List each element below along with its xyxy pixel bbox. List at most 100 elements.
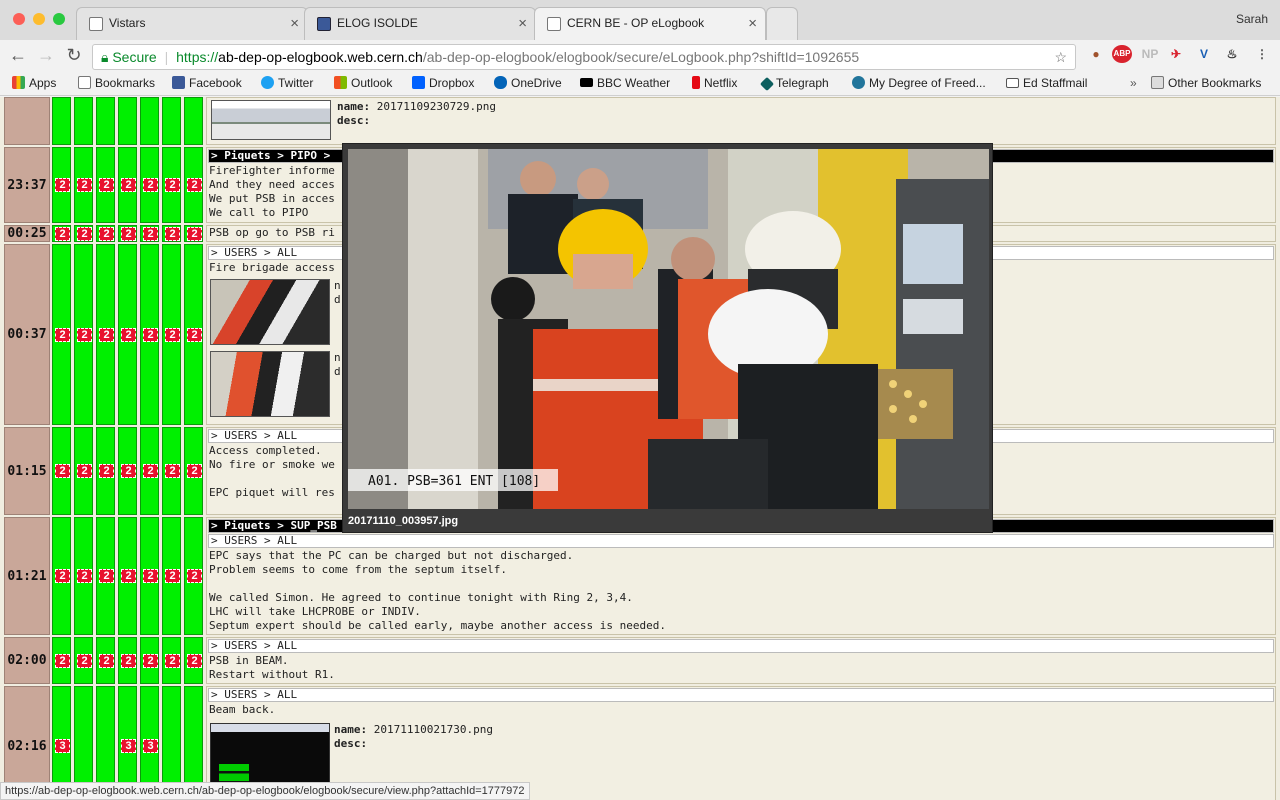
status-badge[interactable]: 2 (99, 569, 114, 583)
address-bar[interactable]: 🔒︎ Secure | https://ab-dep-op-elogbook.w… (92, 44, 1076, 70)
bookmark-my-degree[interactable]: My Degree of Freed... (852, 76, 986, 90)
log-entry: name: 20171109230729.png desc: (206, 97, 1276, 145)
status-badge[interactable]: 2 (165, 178, 180, 192)
bookmark-outlook[interactable]: Outlook (334, 76, 392, 90)
status-badge[interactable]: 2 (121, 654, 136, 668)
new-tab-button[interactable] (766, 7, 798, 40)
status-badge[interactable]: 2 (99, 654, 114, 668)
status-badge[interactable]: 2 (121, 569, 136, 583)
wordpress-icon (852, 76, 865, 89)
status-badge[interactable]: 2 (77, 464, 92, 478)
bookmark-telegraph[interactable]: Telegraph (759, 76, 829, 92)
back-arrow-icon[interactable]: ← (7, 45, 29, 66)
status-badge[interactable]: 2 (187, 569, 202, 583)
status-badge[interactable]: 2 (55, 328, 70, 342)
bookmarks-overflow-button[interactable]: » (1130, 76, 1137, 90)
bookmark-facebook[interactable]: Facebook (172, 76, 242, 90)
flame-extension-icon[interactable]: ♨ (1222, 47, 1242, 61)
extension-circle-icon[interactable]: ● (1086, 47, 1106, 61)
status-cell: 2 (184, 147, 203, 223)
status-badge[interactable]: 2 (143, 464, 158, 478)
close-window-icon[interactable] (13, 13, 25, 25)
v-extension-icon[interactable]: V (1194, 47, 1214, 61)
maximize-window-icon[interactable] (53, 13, 65, 25)
bookmark-other[interactable]: Other Bookmarks (1151, 76, 1261, 90)
bookmark-apps[interactable]: Apps (12, 76, 56, 90)
status-badge[interactable]: 2 (121, 178, 136, 192)
status-badge[interactable]: 2 (143, 654, 158, 668)
status-badge[interactable]: 2 (77, 178, 92, 192)
tab-cern-op-elogbook[interactable]: CERN BE - OP eLogbook × (534, 7, 766, 40)
photo-thumbnail[interactable] (210, 279, 330, 345)
bookmark-onedrive[interactable]: OneDrive (494, 76, 562, 90)
entry-line: We called Simon. He agreed to continue t… (209, 591, 633, 604)
status-badge[interactable]: 2 (165, 654, 180, 668)
status-badge[interactable]: 2 (143, 328, 158, 342)
status-cell: 2 (74, 225, 93, 242)
twitter-bird-icon (261, 76, 274, 89)
profile-name[interactable]: Sarah (1236, 12, 1268, 26)
close-tab-icon[interactable]: × (290, 8, 299, 39)
menu-icon[interactable]: ⋮ (1252, 47, 1272, 61)
status-badge[interactable]: 2 (77, 328, 92, 342)
status-cell: 2 (118, 517, 137, 635)
status-badge[interactable]: 2 (99, 328, 114, 342)
plane-extension-icon[interactable]: ✈ (1166, 47, 1186, 61)
status-badge[interactable]: 2 (121, 227, 136, 241)
bookmark-bbc-weather[interactable]: BBC Weather (580, 76, 670, 90)
status-badge[interactable]: 2 (165, 569, 180, 583)
attachment-meta: nd (334, 351, 341, 379)
bookmark-dropbox[interactable]: Dropbox (412, 76, 474, 90)
status-badge[interactable]: 2 (143, 569, 158, 583)
status-badge[interactable]: 2 (143, 227, 158, 241)
status-badge[interactable]: 3 (143, 739, 158, 753)
toolbar: ← → ↻ 🔒︎ Secure | https://ab-dep-op-elog… (0, 40, 1280, 72)
tab-elog-isolde[interactable]: ELOG ISOLDE × (304, 7, 536, 40)
forward-arrow-icon[interactable]: → (35, 45, 57, 66)
status-badge[interactable]: 2 (165, 464, 180, 478)
attachment-name: 20171110021730.png (373, 723, 493, 736)
image-preview-popup[interactable]: A01. PSB=361 ENT [108] 20171110_003957.j… (342, 143, 993, 533)
status-badge[interactable]: 2 (55, 178, 70, 192)
facebook-icon (172, 76, 185, 89)
status-badge[interactable]: 2 (77, 227, 92, 241)
status-badge[interactable]: 2 (99, 464, 114, 478)
status-badge[interactable]: 2 (99, 227, 114, 241)
np-extension-icon[interactable]: NP (1140, 47, 1160, 61)
status-badge[interactable]: 2 (55, 654, 70, 668)
bookmark-netflix[interactable]: Netflix (692, 76, 737, 90)
status-badge[interactable]: 2 (187, 464, 202, 478)
bookmark-bookmarks[interactable]: Bookmarks (78, 76, 155, 90)
close-tab-icon[interactable]: × (748, 8, 757, 39)
status-badge[interactable]: 2 (187, 654, 202, 668)
tab-vistars[interactable]: Vistars × (76, 7, 308, 40)
envelope-icon (1006, 78, 1019, 88)
bookmark-ed-staffmail[interactable]: Ed Staffmail (1006, 76, 1087, 90)
reload-icon[interactable]: ↻ (63, 45, 85, 66)
status-badge[interactable]: 2 (187, 328, 202, 342)
screenshot-thumbnail[interactable] (211, 100, 331, 140)
status-badge[interactable]: 2 (77, 654, 92, 668)
status-cell: 2 (184, 637, 203, 684)
status-badge[interactable]: 2 (165, 227, 180, 241)
status-badge[interactable]: 2 (165, 328, 180, 342)
status-badge[interactable]: 2 (121, 464, 136, 478)
bookmark-twitter[interactable]: Twitter (261, 76, 313, 90)
status-badge[interactable]: 2 (143, 178, 158, 192)
minimize-window-icon[interactable] (33, 13, 45, 25)
photo-thumbnail[interactable] (210, 351, 330, 417)
bookmark-star-icon[interactable]: ☆ (1054, 45, 1067, 69)
status-badge[interactable]: 2 (187, 227, 202, 241)
status-badge[interactable]: 2 (55, 227, 70, 241)
status-badge[interactable]: 2 (99, 178, 114, 192)
close-tab-icon[interactable]: × (518, 8, 527, 39)
adblock-icon[interactable]: ABP (1112, 45, 1132, 63)
status-badge[interactable]: 2 (55, 569, 70, 583)
status-badge[interactable]: 3 (55, 739, 70, 753)
status-badge[interactable]: 3 (121, 739, 136, 753)
status-badge[interactable]: 2 (187, 178, 202, 192)
status-badge[interactable]: 2 (121, 328, 136, 342)
status-badge[interactable]: 2 (77, 569, 92, 583)
desc-label: desc: (334, 737, 368, 750)
status-badge[interactable]: 2 (55, 464, 70, 478)
